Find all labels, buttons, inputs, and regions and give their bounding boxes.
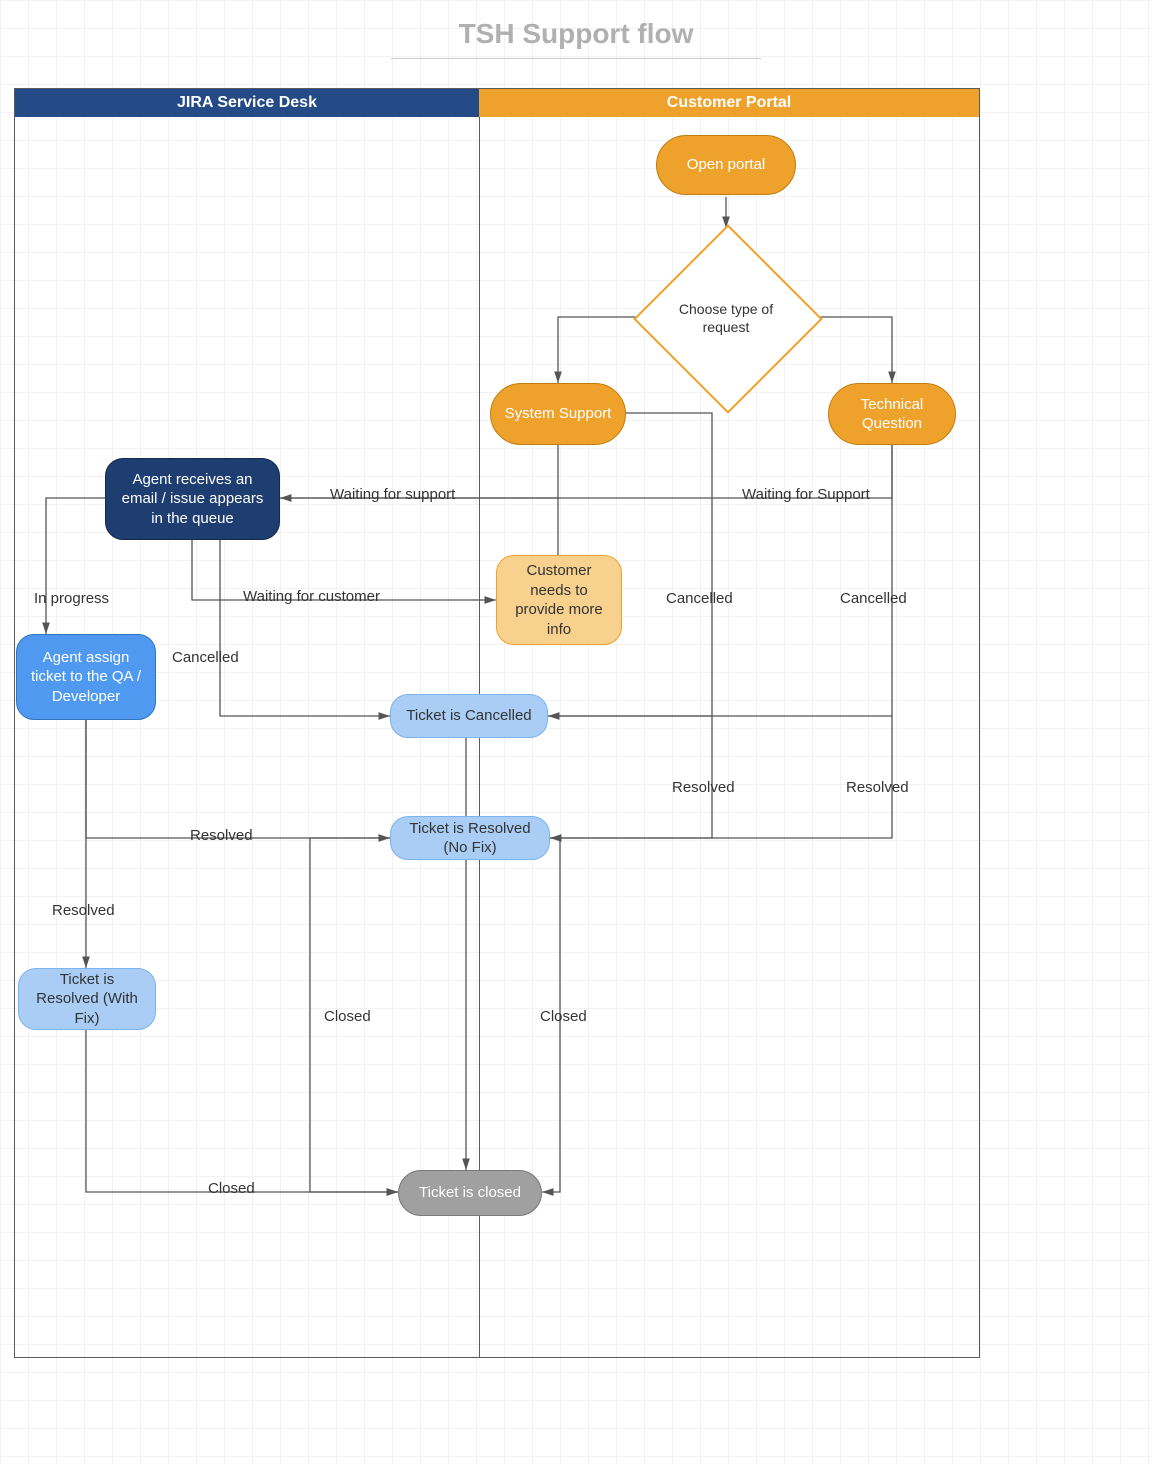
- edge-closed-2: Closed: [540, 1008, 587, 1025]
- node-technical-question: Technical Question: [828, 383, 956, 445]
- node-customer-more-info: Customer needs to provide more info: [496, 555, 622, 645]
- diagram-canvas: TSH Support flow JIRA Service Desk Custo…: [0, 0, 1152, 1464]
- diagram-title: TSH Support flow: [0, 18, 1152, 50]
- edge-waiting-for-customer: Waiting for customer: [243, 588, 380, 605]
- edge-cancelled-2: Cancelled: [666, 590, 733, 607]
- edge-resolved-1: Resolved: [190, 827, 253, 844]
- title-underline: [391, 58, 761, 59]
- edge-in-progress: In progress: [34, 590, 109, 607]
- node-ticket-closed: Ticket is closed: [398, 1170, 542, 1216]
- node-agent-receives: Agent receives an email / issue appears …: [105, 458, 280, 540]
- node-ticket-cancelled: Ticket is Cancelled: [390, 694, 548, 738]
- node-choose-type-label: Choose type of request: [661, 300, 791, 336]
- node-ticket-resolved-nofix: Ticket is Resolved (No Fix): [390, 816, 550, 860]
- edge-resolved-right-2: Resolved: [846, 779, 909, 796]
- node-system-support: System Support: [490, 383, 626, 445]
- edge-resolved-2: Resolved: [52, 902, 115, 919]
- edge-waiting-for-support-left: Waiting for support: [330, 486, 455, 503]
- edge-closed-1: Closed: [324, 1008, 371, 1025]
- node-ticket-resolved-withfix: Ticket is Resolved (With Fix): [18, 968, 156, 1030]
- edge-cancelled-3: Cancelled: [840, 590, 907, 607]
- edge-resolved-right-1: Resolved: [672, 779, 735, 796]
- edge-waiting-for-support-right: Waiting for Support: [742, 486, 870, 503]
- edge-closed-3: Closed: [208, 1180, 255, 1197]
- edge-cancelled-1: Cancelled: [172, 649, 239, 666]
- node-open-portal: Open portal: [656, 135, 796, 195]
- lane-header-portal: Customer Portal: [479, 89, 979, 117]
- node-agent-assign: Agent assign ticket to the QA / Develope…: [16, 634, 156, 720]
- lane-header-jira: JIRA Service Desk: [15, 89, 479, 117]
